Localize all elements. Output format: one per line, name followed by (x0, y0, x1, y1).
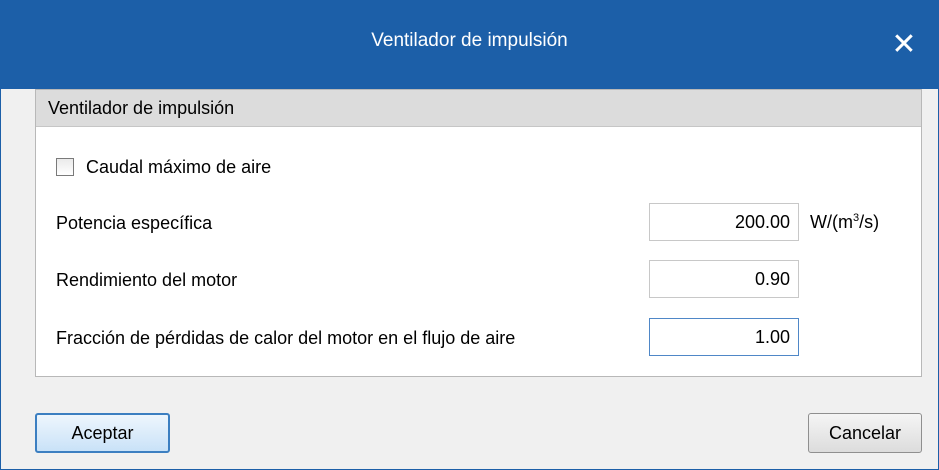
title-bar: Ventilador de impulsión ✕ (1, 1, 938, 89)
motor-efficiency-label: Rendimiento del motor (56, 270, 238, 290)
checkbox-icon[interactable] (56, 158, 74, 176)
group-title: Ventilador de impulsión (48, 98, 235, 118)
dialog-window: Ventilador de impulsión ✕ Ventilador de … (0, 0, 939, 470)
unit-suffix: /s) (859, 212, 880, 232)
motor-efficiency-input[interactable] (649, 260, 799, 298)
heat-loss-fraction-label: Fracción de pérdidas de calor del motor … (56, 328, 516, 348)
close-icon[interactable]: ✕ (884, 25, 924, 65)
group-header: Ventilador de impulsión (36, 90, 921, 127)
max-airflow-label[interactable]: Caudal máximo de aire (86, 157, 271, 178)
cancel-button[interactable]: Cancelar (808, 413, 922, 453)
specific-power-label: Potencia específica (56, 213, 213, 233)
specific-power-input[interactable] (649, 203, 799, 241)
specific-power-unit: W/(m3/s) (810, 212, 879, 233)
unit-prefix: W/(m (810, 212, 853, 232)
window-title: Ventilador de impulsión (371, 30, 568, 51)
accept-button[interactable]: Aceptar (35, 413, 170, 453)
settings-group: Ventilador de impulsión Caudal máximo de… (35, 89, 922, 377)
heat-loss-fraction-input[interactable] (649, 318, 799, 356)
